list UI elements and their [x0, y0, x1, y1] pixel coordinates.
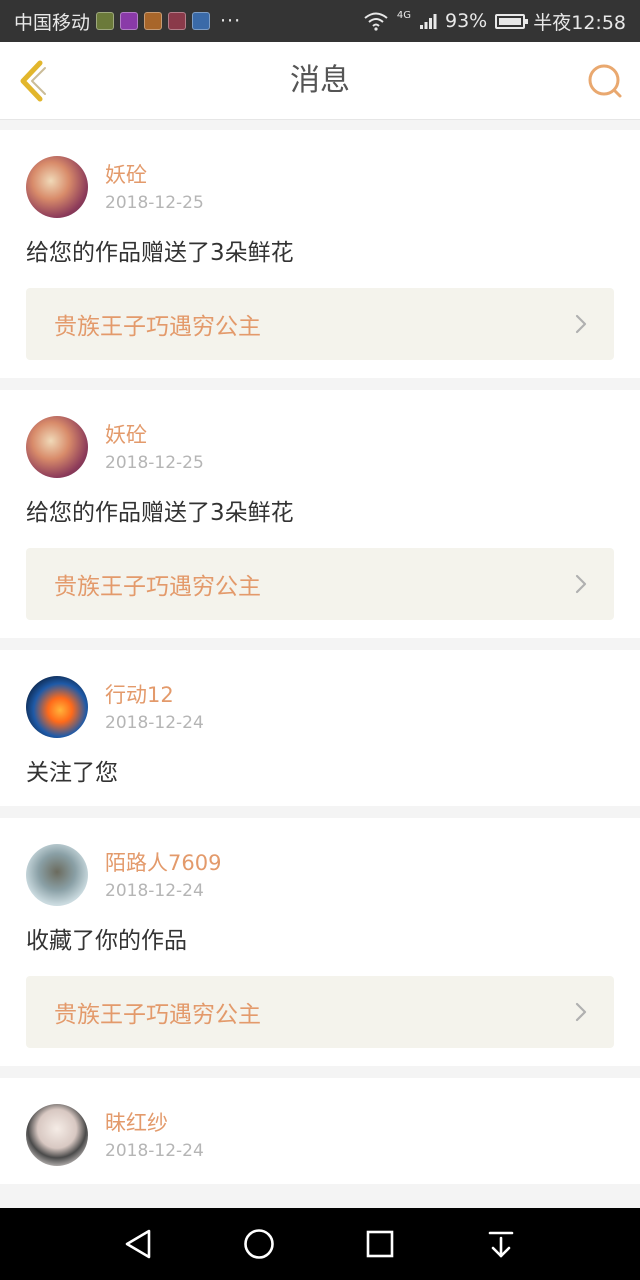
work-title: 贵族王子巧遇穷公主 [54, 574, 261, 600]
square-recent-icon[interactable] [363, 1227, 397, 1261]
message-card: 行动12 2018-12-24 关注了您 [0, 650, 640, 806]
battery-icon [495, 13, 529, 29]
work-link[interactable]: 贵族王子巧遇穷公主 [26, 288, 614, 360]
message-date: 2018-12-24 [105, 1141, 204, 1161]
work-link[interactable]: 贵族王子巧遇穷公主 [26, 548, 614, 620]
app-notification-icon [144, 12, 163, 30]
battery-percent: 93% [445, 10, 488, 32]
message-date: 2018-12-25 [105, 193, 204, 213]
search-icon[interactable] [586, 62, 624, 100]
avatar[interactable] [26, 844, 88, 906]
message-date: 2018-12-25 [105, 453, 204, 473]
message-date: 2018-12-24 [105, 713, 204, 733]
message-card: 妖砼 2018-12-25 给您的作品赠送了3朵鲜花 贵族王子巧遇穷公主 [0, 130, 640, 378]
avatar[interactable] [26, 416, 88, 478]
username[interactable]: 陌路人7609 [105, 850, 221, 876]
chevron-right-icon [575, 1002, 587, 1022]
app-notification-icon [192, 12, 211, 30]
username[interactable]: 妖砼 [105, 422, 204, 448]
username[interactable]: 昧红纱 [105, 1110, 204, 1136]
system-nav-bar [0, 1208, 640, 1280]
work-title: 贵族王子巧遇穷公主 [54, 314, 261, 340]
page-title: 消息 [290, 63, 350, 98]
message-card: 妖砼 2018-12-25 给您的作品赠送了3朵鲜花 贵族王子巧遇穷公主 [0, 390, 640, 638]
message-action: 收藏了你的作品 [26, 928, 187, 954]
status-bar: 中国移动 ··· 4G 93% 半夜12:58 [0, 0, 640, 42]
app-notification-icon [96, 12, 115, 30]
username[interactable]: 行动12 [105, 682, 204, 708]
message-card: 昧红纱 2018-12-24 [0, 1078, 640, 1184]
wifi-icon [364, 12, 388, 31]
message-action: 关注了您 [26, 760, 118, 786]
triangle-back-icon[interactable] [121, 1227, 155, 1261]
app-notification-icon [168, 12, 187, 30]
app-header: 消息 [0, 42, 640, 120]
avatar[interactable] [26, 676, 88, 738]
work-link[interactable]: 贵族王子巧遇穷公主 [26, 976, 614, 1048]
chevron-right-icon [575, 574, 587, 594]
message-card: 陌路人7609 2018-12-24 收藏了你的作品 贵族王子巧遇穷公主 [0, 818, 640, 1066]
pull-down-icon[interactable] [484, 1227, 518, 1261]
message-action: 给您的作品赠送了3朵鲜花 [26, 240, 294, 266]
carrier-label: 中国移动 [14, 11, 91, 34]
app-notification-icon [120, 12, 139, 30]
chevron-right-icon [575, 314, 587, 334]
avatar[interactable] [26, 1104, 88, 1166]
username[interactable]: 妖砼 [105, 162, 204, 188]
network-type-label: 4G [396, 9, 411, 21]
message-list: 妖砼 2018-12-25 给您的作品赠送了3朵鲜花 贵族王子巧遇穷公主 妖砼 … [0, 120, 640, 1208]
message-date: 2018-12-24 [105, 881, 204, 901]
circle-home-icon[interactable] [242, 1227, 276, 1261]
work-title: 贵族王子巧遇穷公主 [54, 1002, 261, 1028]
avatar[interactable] [26, 156, 88, 218]
more-notifications-indicator: ··· [220, 10, 242, 32]
clock: 半夜12:58 [533, 11, 626, 34]
signal-icon [420, 14, 437, 29]
message-action: 给您的作品赠送了3朵鲜花 [26, 500, 294, 526]
